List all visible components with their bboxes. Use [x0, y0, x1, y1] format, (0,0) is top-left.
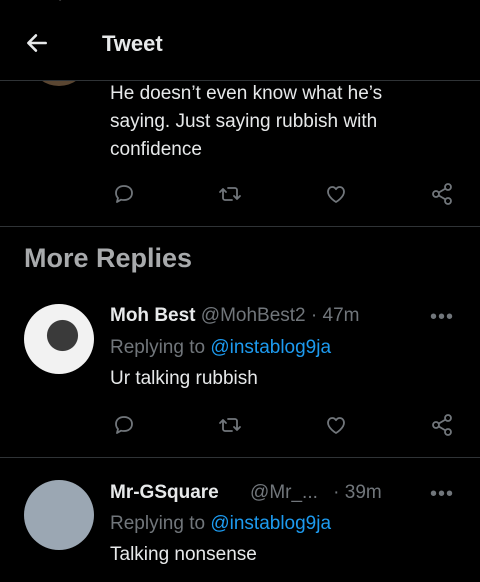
back-button[interactable] [24, 30, 50, 56]
tweet-meta: Mr-GSquare @Mr_... · 39m [110, 482, 382, 504]
replying-to-label: Replying to [110, 337, 211, 358]
replying-to: Replying to @instablog9ja [110, 337, 331, 359]
tweet-text: Talking nonsense [110, 544, 257, 565]
page-title: Tweet [102, 31, 163, 56]
divider [0, 226, 480, 227]
tweet-time[interactable]: · 39m [333, 482, 382, 503]
share-icon [432, 414, 452, 436]
tweet-text: He doesn’t even know what he’s saying. J… [110, 83, 383, 160]
share-button[interactable] [428, 180, 456, 208]
heart-icon [327, 186, 345, 203]
reply-button[interactable] [110, 411, 138, 439]
more-icon: ••• [430, 306, 455, 328]
tweet-meta: Moh Best @MohBest2 · 47m [110, 305, 359, 327]
app-header: • Tweet [0, 0, 480, 81]
like-button[interactable] [322, 180, 350, 208]
retweet-button[interactable] [216, 180, 244, 208]
retweet-icon [219, 187, 241, 201]
arrow-left-icon [27, 34, 47, 52]
share-icon [432, 183, 452, 205]
retweet-button[interactable] [216, 411, 244, 439]
reply-button[interactable] [110, 180, 138, 208]
reply-icon [115, 185, 133, 203]
avatar[interactable] [24, 480, 94, 550]
retweet-icon [219, 418, 241, 432]
like-button[interactable] [322, 411, 350, 439]
section-title: More Replies [24, 243, 193, 273]
status-dots: • [58, 0, 62, 6]
more-options-button[interactable]: ••• [430, 306, 456, 328]
more-icon: ••• [430, 483, 455, 505]
user-handle[interactable]: @MohBest2 [201, 305, 306, 326]
user-handle[interactable]: @Mr_... [250, 482, 318, 503]
tweet-actions [110, 180, 460, 210]
divider [0, 457, 480, 458]
mention-link[interactable]: @instablog9ja [210, 337, 331, 358]
share-button[interactable] [428, 411, 456, 439]
user-name[interactable]: Mr-GSquare [110, 482, 219, 503]
avatar[interactable] [24, 304, 94, 374]
tweet-actions [110, 411, 460, 441]
user-name[interactable]: Moh Best [110, 305, 196, 326]
reply-icon [115, 416, 133, 434]
tweet-time[interactable]: · 47m [311, 305, 360, 326]
tweet-text: Ur talking rubbish [110, 368, 258, 389]
replying-to-label: Replying to [110, 513, 211, 534]
replying-to: Replying to @instablog9ja [110, 513, 331, 535]
more-options-button[interactable]: ••• [430, 483, 456, 505]
mention-link[interactable]: @instablog9ja [210, 513, 331, 534]
heart-icon [327, 417, 345, 434]
